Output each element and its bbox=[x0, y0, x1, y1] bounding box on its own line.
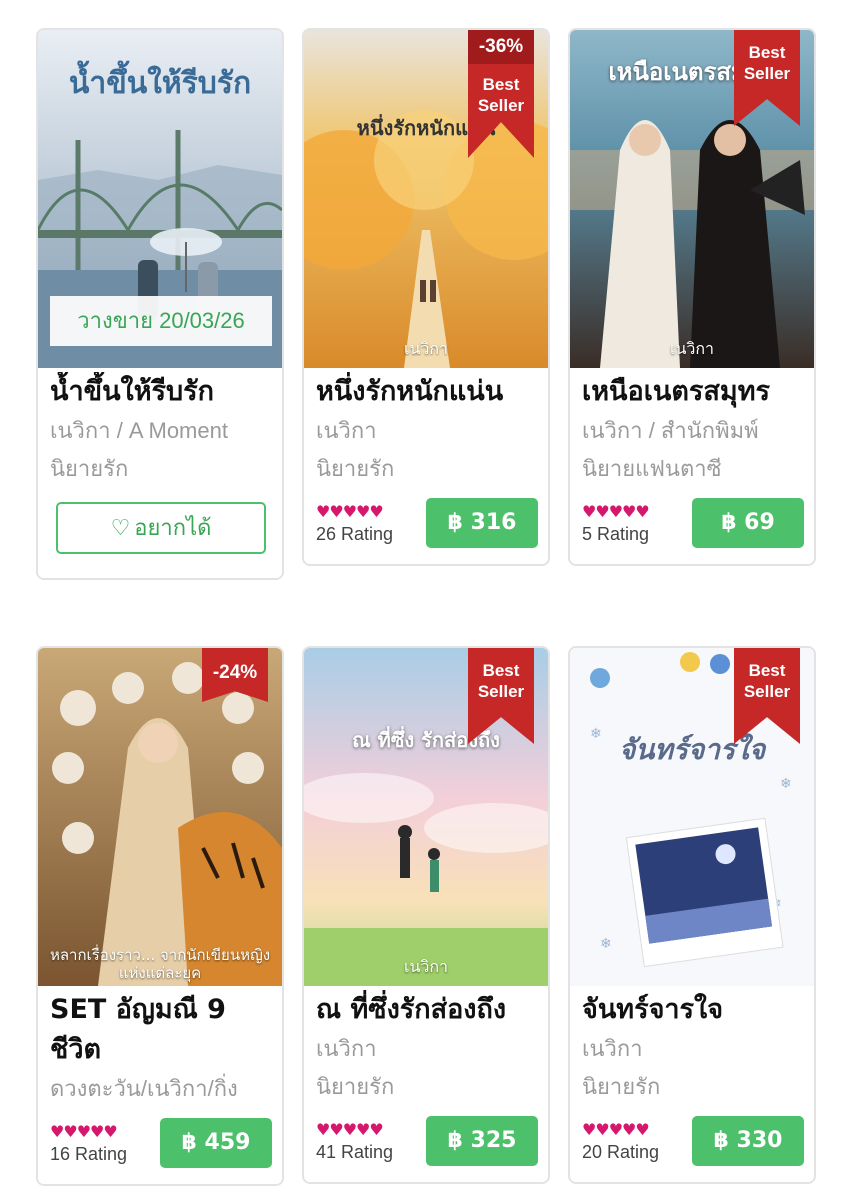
rating-count: 20 Rating bbox=[582, 1142, 660, 1162]
rating-count: 26 Rating bbox=[316, 524, 394, 544]
best-seller-label: Best Seller bbox=[477, 75, 525, 115]
book-card[interactable]: ❄❄ ❄❄ จันทร์จารใจ Best Seller จันทร์จารใ… bbox=[568, 646, 816, 1184]
book-cover[interactable]: หลากเรื่องราว... จากนักเขียนหญิงแห่งแต่ล… bbox=[38, 648, 282, 986]
rating-hearts-icon: ♥♥♥♥♥ bbox=[50, 1122, 118, 1141]
cover-author-text: เนวิกา bbox=[403, 339, 449, 358]
book-genre: นิยายแฟนตาซี bbox=[582, 456, 722, 481]
release-date-label: วางขาย 20/03/26 bbox=[50, 296, 272, 346]
book-author[interactable]: เนวิกา bbox=[582, 1030, 802, 1068]
book-card[interactable]: หลากเรื่องราว... จากนักเขียนหญิงแห่งแต่ล… bbox=[36, 646, 284, 1186]
svg-text:❄: ❄ bbox=[600, 936, 612, 952]
rating-count: 5 Rating bbox=[582, 524, 650, 544]
price-button[interactable]: ฿ 330 bbox=[692, 1116, 804, 1166]
discount-badge: -36% bbox=[468, 30, 534, 64]
book-author[interactable]: เนวิกา bbox=[316, 412, 536, 450]
book-card[interactable]: ณ ที่ซึ่ง รักส่องถึง เนวิกา Best Seller … bbox=[302, 646, 550, 1184]
book-title[interactable]: หนึ่งรักหนักแน่น bbox=[316, 372, 536, 412]
price-button[interactable]: ฿ 316 bbox=[426, 498, 538, 548]
book-card[interactable]: น้ำขึ้นให้รีบรัก วางขาย 20/03/26 น้ำขึ้น… bbox=[36, 28, 284, 580]
book-title[interactable]: ณ ที่ซึ่งรักส่องถึง bbox=[316, 990, 536, 1030]
cover-author-text: เนวิกา bbox=[669, 339, 715, 358]
book-cover[interactable]: น้ำขึ้นให้รีบรัก วางขาย 20/03/26 bbox=[38, 30, 282, 368]
cover-tagline-text: หลากเรื่องราว... จากนักเขียนหญิงแห่งแต่ล… bbox=[49, 946, 271, 982]
price-button[interactable]: ฿ 69 bbox=[692, 498, 804, 548]
book-author[interactable]: ดวงตะวัน/เนวิกา/กิ่ง bbox=[50, 1070, 270, 1108]
book-author[interactable]: เนวิกา / A Moment bbox=[50, 412, 270, 450]
book-cover[interactable]: ณ ที่ซึ่ง รักส่องถึง เนวิกา Best Seller bbox=[304, 648, 548, 986]
cover-title-text: จันทร์จารใจ bbox=[618, 733, 766, 766]
book-card[interactable]: เหนือเนตรสมุทร เนวิกา Best Seller เหนือเ… bbox=[568, 28, 816, 566]
book-card[interactable]: หนึ่งรักหนักแน่น เนวิกา Best Seller -36%… bbox=[302, 28, 550, 566]
book-title[interactable]: SET อัญมณี 9 ชีวิต bbox=[50, 990, 270, 1070]
price-button[interactable]: ฿ 459 bbox=[160, 1118, 272, 1168]
book-genre: นิยายรัก bbox=[50, 456, 129, 481]
rating-hearts-icon: ♥♥♥♥♥ bbox=[316, 502, 384, 521]
book-title[interactable]: เหนือเนตรสมุทร bbox=[582, 372, 802, 412]
best-seller-label: Best Seller bbox=[743, 661, 791, 701]
cover-author-text: เนวิกา bbox=[403, 957, 449, 976]
svg-text:❄: ❄ bbox=[780, 776, 792, 792]
cover-image bbox=[38, 648, 282, 986]
price-button[interactable]: ฿ 325 bbox=[426, 1116, 538, 1166]
book-author[interactable]: เนวิกา / สำนักพิมพ์ bbox=[582, 412, 802, 450]
rating-hearts-icon: ♥♥♥♥♥ bbox=[316, 1120, 384, 1139]
wishlist-button[interactable]: ♡ อยากได้ bbox=[56, 502, 266, 554]
book-genre: นิยายรัก bbox=[316, 1074, 395, 1099]
rating-hearts-icon: ♥♥♥♥♥ bbox=[582, 1120, 650, 1139]
rating-count: 41 Rating bbox=[316, 1142, 394, 1162]
book-author[interactable]: เนวิกา bbox=[316, 1030, 536, 1068]
cover-title-text: ณ ที่ซึ่ง รักส่องถึง bbox=[352, 728, 500, 752]
book-title[interactable]: จันทร์จารใจ bbox=[582, 990, 802, 1030]
wishlist-label: อยากได้ bbox=[134, 515, 212, 540]
book-title[interactable]: น้ำขึ้นให้รีบรัก bbox=[50, 372, 270, 412]
book-cover[interactable]: เหนือเนตรสมุทร เนวิกา Best Seller bbox=[570, 30, 814, 368]
book-cover[interactable]: ❄❄ ❄❄ จันทร์จารใจ Best Seller bbox=[570, 648, 814, 986]
rating-count: 16 Rating bbox=[50, 1144, 128, 1164]
heart-outline-icon: ♡ bbox=[110, 515, 131, 540]
book-genre: นิยายรัก bbox=[316, 456, 395, 481]
rating-hearts-icon: ♥♥♥♥♥ bbox=[582, 502, 650, 521]
cover-title-text: น้ำขึ้นให้รีบรัก bbox=[68, 66, 252, 101]
best-seller-label: Best Seller bbox=[743, 43, 791, 83]
book-cover[interactable]: หนึ่งรักหนักแน่น เนวิกา Best Seller -36% bbox=[304, 30, 548, 368]
book-genre: นิยายรัก bbox=[582, 1074, 661, 1099]
best-seller-label: Best Seller bbox=[477, 661, 525, 701]
